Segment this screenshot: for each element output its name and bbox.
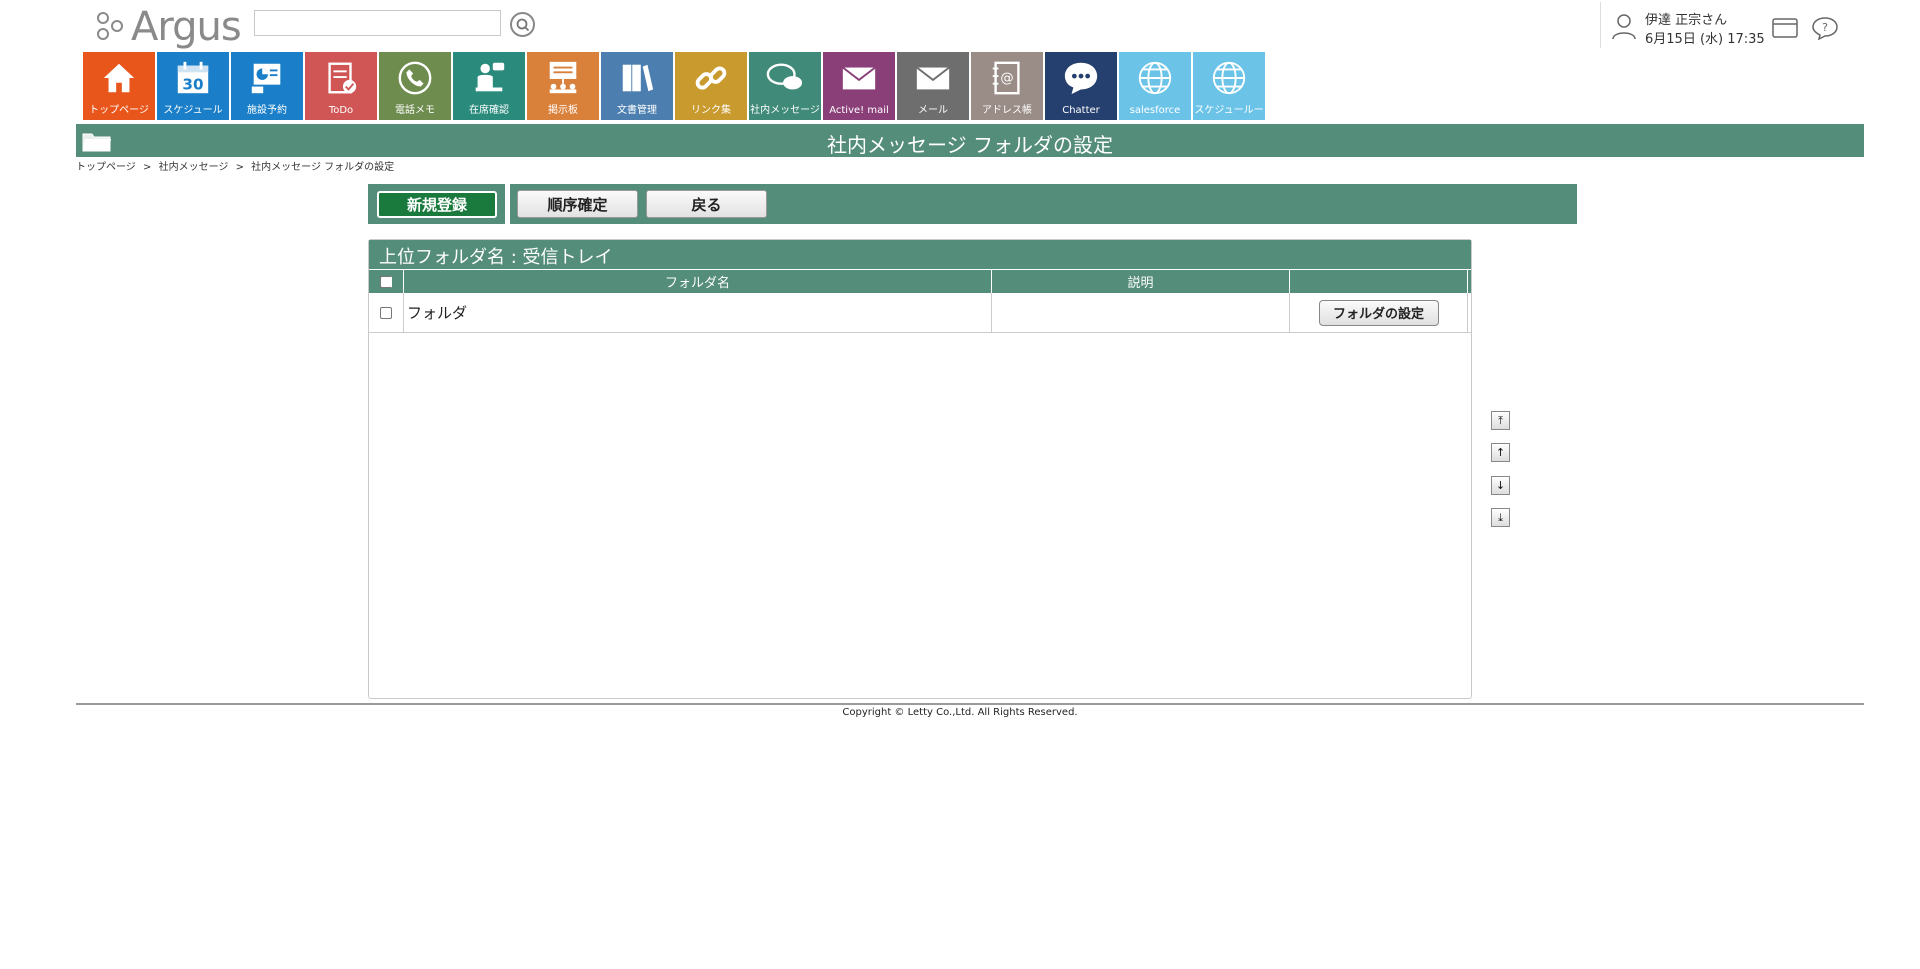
description-cell: [992, 293, 1290, 332]
nav-tile-label: Active! mail: [829, 105, 889, 116]
nav-tile-12[interactable]: @ アドレス帳: [971, 52, 1043, 120]
table-row: フォルダ フォルダの設定: [369, 293, 1471, 333]
nav-tile-label: 社内メッセージ: [750, 105, 820, 116]
new-register-button[interactable]: 新規登録: [377, 190, 497, 218]
calendar-icon: 30: [173, 58, 213, 98]
select-all-checkbox[interactable]: [380, 275, 392, 288]
folder-name-cell: フォルダ: [404, 293, 992, 332]
todo-icon: [321, 58, 361, 98]
nav-tile-label: 文書管理: [617, 105, 657, 116]
nav-tile-10[interactable]: Active! mail: [823, 52, 895, 120]
move-bottom-button[interactable]: ⤓: [1491, 508, 1510, 527]
nav-tile-label: アドレス帳: [982, 105, 1032, 116]
message-icon: [765, 58, 805, 98]
document-icon: [617, 58, 657, 98]
nav-tile-label: メール: [918, 105, 948, 116]
nav-tile-label: スケジュールー: [1194, 105, 1264, 116]
nav-tile-label: リンク集: [691, 105, 731, 116]
nav-tile-label: ToDo: [328, 105, 354, 116]
nav-tile-label: スケジュール: [163, 105, 223, 116]
breadcrumb-home[interactable]: トップページ: [76, 162, 136, 173]
breadcrumb-separator: >: [143, 162, 152, 173]
move-up-button[interactable]: ↑: [1491, 443, 1510, 462]
address-book-icon: @: [987, 58, 1027, 98]
row-checkbox-cell: [369, 293, 404, 332]
breadcrumb-message[interactable]: 社内メッセージ: [159, 162, 229, 173]
svg-text:30: 30: [182, 75, 203, 93]
action-cell: フォルダの設定: [1290, 293, 1468, 332]
nav-tile-label: salesforce: [1129, 105, 1181, 116]
panel-heading: 上位フォルダ名 : 受信トレイ: [369, 240, 1471, 269]
toolbar-left: 新規登録: [368, 184, 505, 224]
logo-text: Argus: [131, 4, 242, 50]
nav-tile-4[interactable]: 電話メモ: [379, 52, 451, 120]
nav-tile-5[interactable]: 在席確認: [453, 52, 525, 120]
presence-icon: [469, 58, 509, 98]
back-button[interactable]: 戻る: [646, 190, 767, 218]
nav-tile-9[interactable]: 社内メッセージ: [749, 52, 821, 120]
globe-icon: [1135, 58, 1175, 98]
footer-divider: [76, 703, 1864, 705]
search-icon: [516, 18, 529, 31]
chat-bubble-icon: [1061, 58, 1101, 98]
nav-tile-1[interactable]: 30 スケジュール: [157, 52, 229, 120]
globe-icon: [1209, 58, 1249, 98]
home-icon: [99, 58, 139, 98]
nav-tile-label: 施設予約: [247, 105, 287, 116]
nav-tile-13[interactable]: Chatter: [1045, 52, 1117, 120]
column-header-action: [1290, 270, 1468, 293]
mail-icon: [913, 58, 953, 98]
logo-mark-icon: [95, 10, 129, 44]
nav-tile-label: 電話メモ: [395, 105, 435, 116]
nav-tile-8[interactable]: リンク集: [675, 52, 747, 120]
envelope-icon: [839, 58, 879, 98]
nav-tile-label: 掲示板: [548, 105, 578, 116]
user-area: 伊達 正宗さん 6月15日 (水) 17:35 ?: [1600, 2, 1860, 48]
phone-icon: [395, 58, 435, 98]
breadcrumb-separator: >: [235, 162, 244, 173]
nav-tile-3[interactable]: ToDo: [305, 52, 377, 120]
row-checkbox[interactable]: [380, 306, 392, 319]
svg-text:?: ?: [1822, 21, 1828, 34]
link-icon: [691, 58, 731, 98]
current-datetime: 6月15日 (水) 17:35: [1645, 32, 1765, 47]
nav-tile-7[interactable]: 文書管理: [601, 52, 673, 120]
search-button[interactable]: [510, 12, 535, 37]
page-title-bar: 社内メッセージ フォルダの設定: [76, 124, 1864, 157]
nav-tile-0[interactable]: トップページ: [83, 52, 155, 120]
confirm-order-button[interactable]: 順序確定: [517, 190, 638, 218]
nav-tile-label: Chatter: [1062, 105, 1100, 116]
select-all-cell: [369, 270, 404, 293]
folder-panel: 上位フォルダ名 : 受信トレイ フォルダ名 説明 フォルダ フォルダの設定: [368, 239, 1472, 699]
nav-tile-15[interactable]: スケジュールー: [1193, 52, 1265, 120]
page-title: 社内メッセージ フォルダの設定: [827, 133, 1113, 157]
move-top-button[interactable]: ⤒: [1491, 411, 1510, 430]
search-input[interactable]: [254, 10, 501, 36]
folder-settings-button[interactable]: フォルダの設定: [1318, 299, 1439, 326]
column-header-name: フォルダ名: [404, 270, 992, 293]
user-name: 伊達 正宗さん: [1645, 13, 1728, 28]
breadcrumb-current: 社内メッセージ フォルダの設定: [251, 162, 395, 173]
nav-tile-11[interactable]: メール: [897, 52, 969, 120]
help-icon[interactable]: ?: [1811, 16, 1839, 40]
nav-tile-6[interactable]: 掲示板: [527, 52, 599, 120]
board-icon: [543, 58, 583, 98]
nav-tile-2[interactable]: 施設予約: [231, 52, 303, 120]
toolbar-right: 順序確定 戻る: [510, 184, 1577, 224]
nav-tile-14[interactable]: salesforce: [1119, 52, 1191, 120]
facility-icon: [247, 58, 287, 98]
table-header: フォルダ名 説明: [369, 269, 1471, 293]
svg-text:@: @: [1000, 71, 1013, 86]
window-icon[interactable]: [1771, 16, 1799, 40]
column-header-description: 説明: [992, 270, 1290, 293]
user-icon[interactable]: [1611, 12, 1637, 40]
move-down-button[interactable]: ↓: [1491, 476, 1510, 495]
app-nav: トップページ 30 スケジュール 施設予約 ToDo 電話メモ 在席確認 掲示板 文書管理 リンク…: [83, 52, 1265, 120]
nav-tile-label: 在席確認: [469, 105, 509, 116]
breadcrumb: トップページ > 社内メッセージ > 社内メッセージ フォルダの設定: [76, 158, 398, 173]
argus-logo[interactable]: Argus: [95, 4, 245, 50]
nav-tile-label: トップページ: [89, 105, 149, 116]
copyright: Copyright © Letty Co.,Ltd. All Rights Re…: [842, 707, 1078, 718]
